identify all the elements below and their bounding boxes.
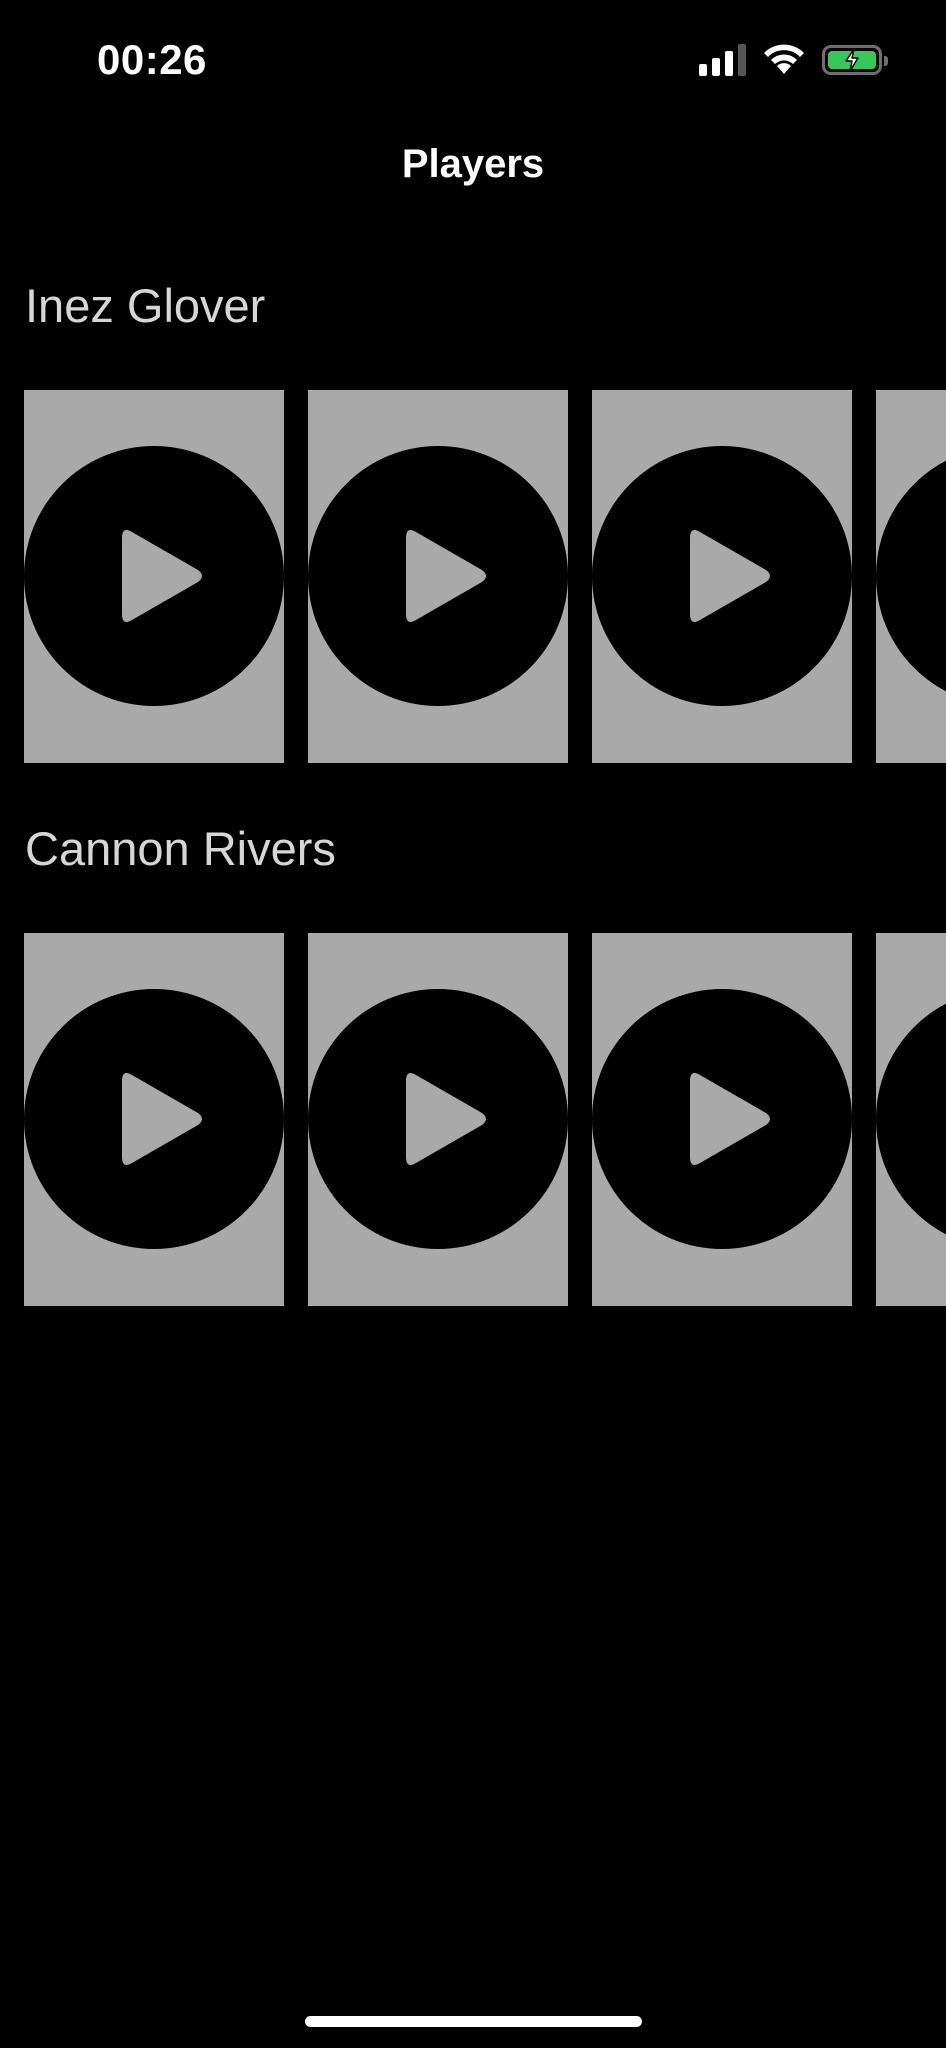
section-title: Cannon Rivers (25, 822, 336, 875)
play-button[interactable] (876, 989, 946, 1249)
video-tile[interactable] (876, 390, 946, 763)
video-carousel[interactable] (24, 933, 946, 1306)
home-indicator[interactable] (305, 2016, 642, 2027)
status-time: 00:26 (97, 36, 207, 83)
video-tile[interactable] (876, 933, 946, 1306)
video-tile[interactable] (24, 933, 284, 1306)
play-icon (122, 1073, 202, 1165)
video-tile[interactable] (592, 390, 852, 763)
cellular-signal-icon (699, 44, 746, 76)
video-tile[interactable] (308, 933, 568, 1306)
play-icon (406, 1073, 486, 1165)
video-carousel[interactable] (24, 390, 946, 763)
play-icon (406, 530, 486, 622)
play-icon (690, 530, 770, 622)
section-title: Inez Glover (25, 279, 266, 332)
video-tile[interactable] (308, 390, 568, 763)
video-tile[interactable] (24, 390, 284, 763)
page-title: Players (401, 142, 545, 186)
wifi-icon (764, 44, 804, 74)
play-icon (122, 530, 202, 622)
status-icons (699, 44, 888, 76)
play-button[interactable] (876, 446, 946, 706)
battery-charging-icon (822, 45, 888, 75)
play-icon (690, 1073, 770, 1165)
status-bar: 00:26 (0, 0, 946, 120)
video-tile[interactable] (592, 933, 852, 1306)
